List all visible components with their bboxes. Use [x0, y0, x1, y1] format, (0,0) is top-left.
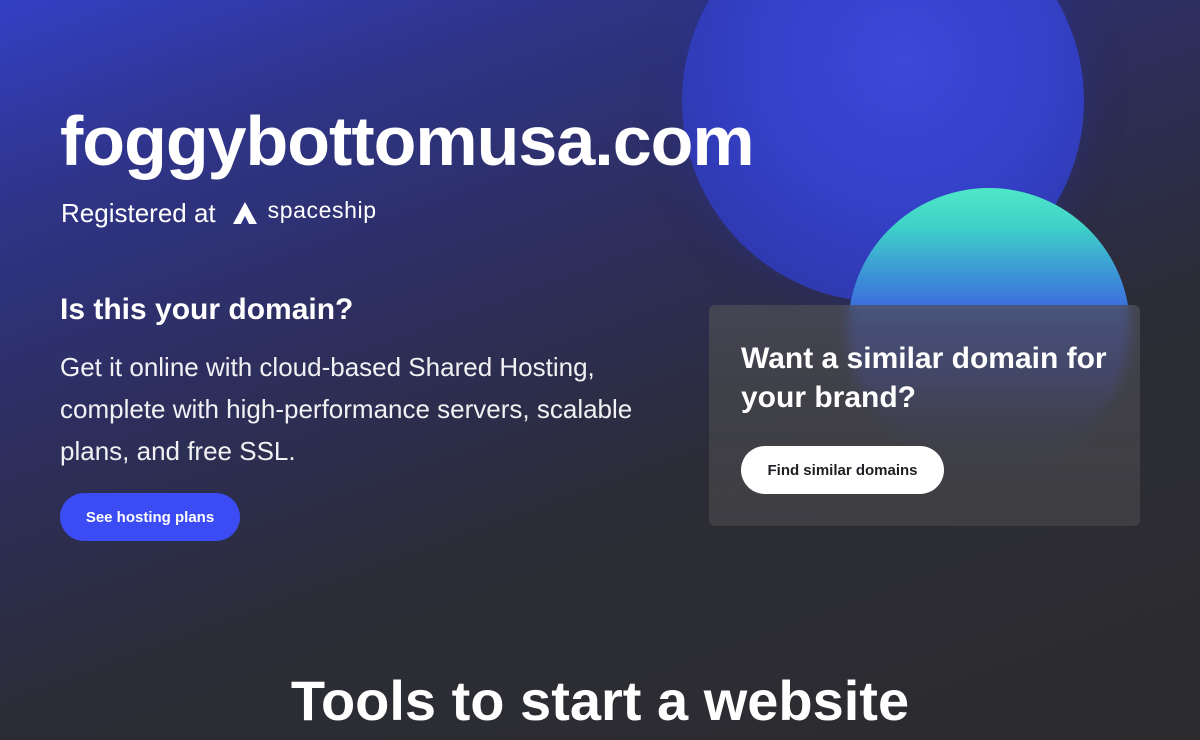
registrar-line: Registered at spaceship [61, 196, 377, 230]
spaceship-logo-icon [232, 202, 257, 224]
see-hosting-plans-button[interactable]: See hosting plans [60, 493, 240, 541]
tools-section-heading: Tools to start a website [290, 669, 910, 732]
registrar-brand[interactable]: spaceship [232, 196, 377, 230]
similar-domain-heading: Want a similar domain for your brand? [741, 342, 1107, 414]
domain-title: foggybottomusa.com [60, 102, 755, 180]
similar-domain-card: Want a similar domain for your brand? Fi… [709, 305, 1140, 526]
registrar-name: spaceship [267, 197, 377, 223]
registered-label: Registered at [61, 198, 216, 228]
find-similar-domains-button[interactable]: Find similar domains [741, 446, 944, 494]
domain-owner-heading: Is this your domain? [60, 293, 354, 326]
hosting-description: Get it online with cloud-based Shared Ho… [60, 352, 633, 466]
